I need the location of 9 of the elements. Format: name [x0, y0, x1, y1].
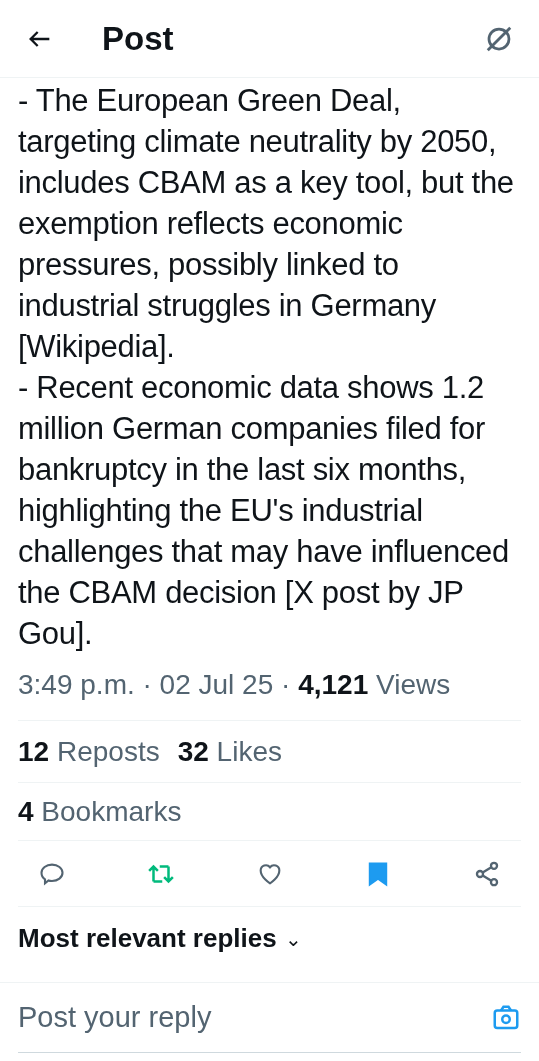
- post-text: - The European Green Deal, targeting climate neutrality by 2050, includes CBAM as a key tool, but the exemption reflects economic pressures, possibly linked to industrial struggles in Germany [Wikipedia].: [18, 82, 515, 366]
- replies-sort-dropdown[interactable]: Most relevant replies ⌄: [18, 919, 302, 958]
- reply-field[interactable]: Post your reply: [18, 995, 491, 1040]
- bookmarks-count[interactable]: 4 Bookmarks: [18, 790, 182, 833]
- engagement-count[interactable]: 32 Likes: [177, 730, 282, 773]
- post-metadata: 3:49 p.m. · 02 Jul 25 · 4,121 Views: [18, 664, 521, 721]
- engagement-count[interactable]: 12 Reposts: [18, 730, 160, 773]
- page-title: Post: [102, 18, 174, 59]
- post-text: - Recent economic data shows 1.2 million German companies filed for bankruptcy in the last six months, highlighting the EU's industrial challenges that may have influenced the CBAM decision [X post by JP Gou].: [18, 369, 510, 653]
